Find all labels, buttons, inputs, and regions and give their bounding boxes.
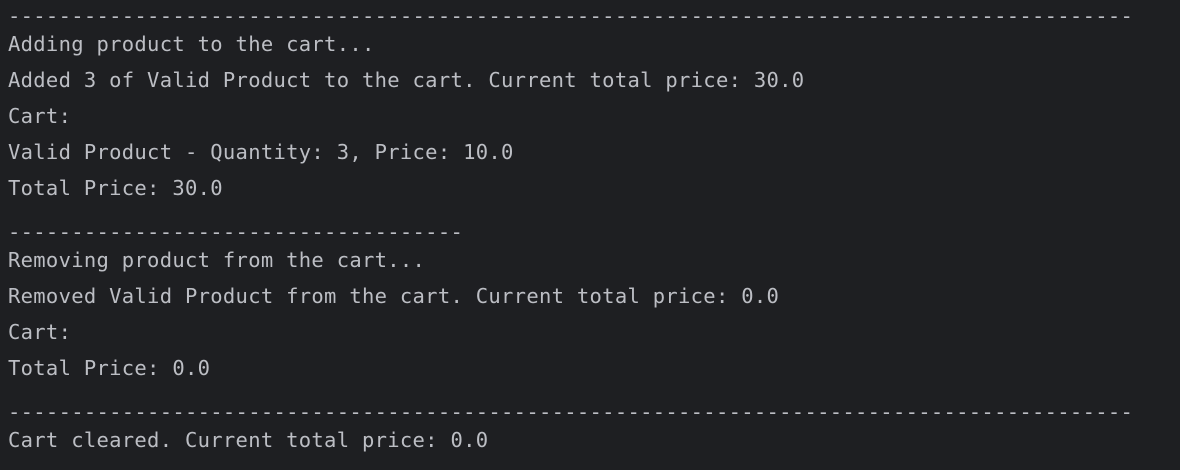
console-line: Cart: (8, 104, 72, 128)
console-line: Valid Product - Quantity: 3, Price: 10.0 (8, 140, 514, 164)
console-line: Adding product to the cart... (8, 32, 375, 56)
console-line: Removed Valid Product from the cart. Cur… (8, 284, 780, 308)
console-line: Removing product from the cart... (8, 248, 426, 272)
separator-line: ----------------------------------------… (8, 4, 1134, 28)
console-line: Added 3 of Valid Product to the cart. Cu… (8, 68, 805, 92)
console-output[interactable]: ----------------------------------------… (0, 0, 1180, 470)
console-line: Total Price: 0.0 (8, 356, 211, 380)
console-line: Cart: (8, 320, 72, 344)
separator-line: ------------------------------------ (8, 220, 464, 244)
console-line: Total Price: 30.0 (8, 176, 223, 200)
separator-line: ----------------------------------------… (8, 400, 1134, 424)
console-line: Cart cleared. Current total price: 0.0 (8, 428, 489, 452)
